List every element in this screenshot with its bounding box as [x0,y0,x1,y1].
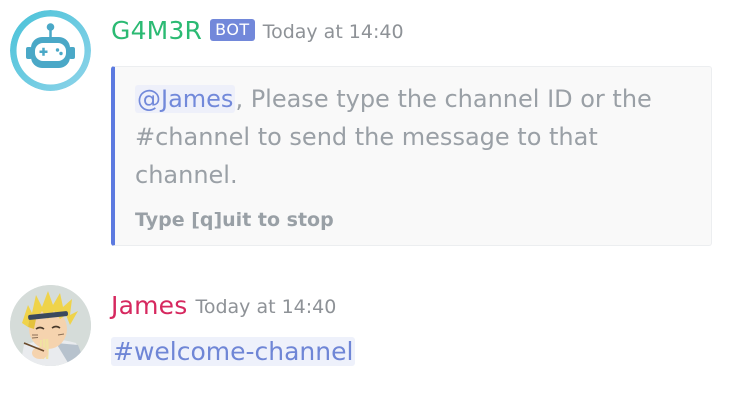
embed-footer: Type [q]uit to stop [135,209,334,231]
message-header: James Today at 14:40 [111,287,336,323]
author-name[interactable]: James [111,291,187,320]
message-timestamp: Today at 14:40 [195,296,337,318]
bot-avatar[interactable] [10,10,91,91]
author-name[interactable]: G4M3R [111,16,202,45]
message-header: G4M3R BOT Today at 14:40 [111,12,404,48]
message-content: #welcome-channel [111,333,356,371]
bot-tag-badge: BOT [210,19,255,41]
message-timestamp: Today at 14:40 [262,21,404,43]
anime-character-avatar [10,285,91,366]
user-mention[interactable]: @James [135,85,236,113]
embed-description: @James, Please type the channel ID or th… [135,80,695,194]
channel-mention[interactable]: #welcome-channel [111,337,356,366]
message-user: James Today at 14:40 #welcome-channel [0,270,738,400]
message-embed: @James, Please type the channel ID or th… [111,66,712,246]
user-avatar[interactable] [10,285,91,366]
message-bot: G4M3R BOT Today at 14:40 @James, Please … [0,0,738,260]
chat-log: G4M3R BOT Today at 14:40 @James, Please … [0,0,738,413]
robot-icon [10,10,91,91]
